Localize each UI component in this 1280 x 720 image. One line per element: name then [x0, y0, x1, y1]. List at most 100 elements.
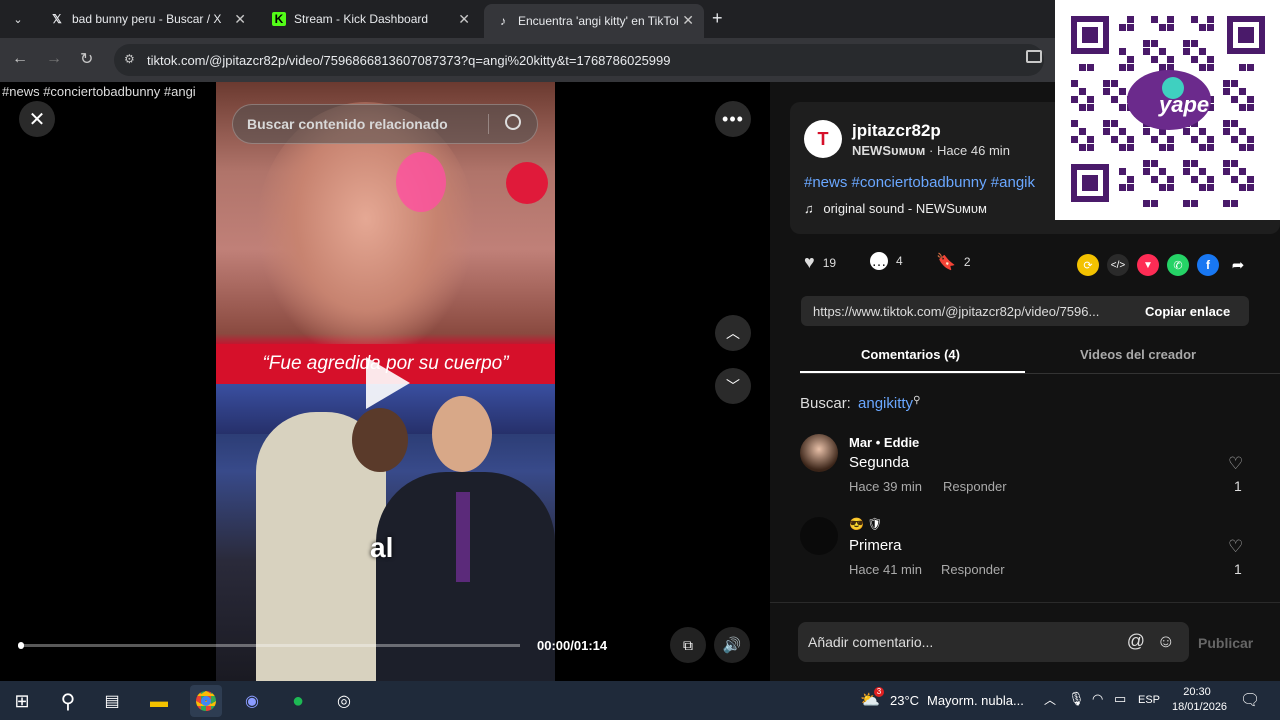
progress-track[interactable] [18, 642, 520, 649]
search-icon[interactable]: ⚲ [52, 685, 84, 717]
comment-text: Segunda [849, 454, 910, 471]
tiktok-logo-icon: ♪ [500, 14, 506, 28]
url-text: tiktok.com/@jpitazcr82p/video/7596866813… [147, 52, 671, 68]
heart-icon: ♥ [804, 252, 815, 272]
whatsapp-icon[interactable]: ✆ [1167, 254, 1189, 276]
play-icon[interactable] [366, 357, 410, 409]
x-logo-icon: 𝕏 [52, 12, 62, 26]
avatar[interactable]: T [804, 120, 842, 158]
kick-logo-icon: K [272, 12, 286, 26]
svg-text:yape: yape [1158, 92, 1209, 117]
comment-like-icon[interactable]: ♡ [1228, 454, 1243, 474]
username[interactable]: jpitazcr82p [852, 121, 941, 141]
comment-search: Buscar: angikitty⚲ [800, 395, 920, 412]
battery-icon[interactable]: ▭ [1114, 691, 1126, 707]
search-term-link[interactable]: angikitty [858, 395, 913, 412]
next-video-button[interactable]: ﹀ [715, 368, 751, 404]
emoji-icon[interactable]: ☺ [1157, 631, 1175, 652]
tray-chevron-icon[interactable]: ︿ [1044, 691, 1056, 708]
weather-badge: 3 [874, 687, 884, 697]
comment-input[interactable]: Añadir comentario... @ ☺ [798, 622, 1189, 662]
new-tab-icon[interactable]: + [712, 8, 723, 29]
related-search-input[interactable]: Buscar contenido relacionado [232, 104, 538, 144]
reload-icon[interactable]: ↻ [80, 49, 93, 69]
tab-kick[interactable]: K Stream - Kick Dashboard ✕ [260, 0, 480, 38]
sound-row[interactable]: ♫ original sound - NEWSᴜᴍᴜᴍ [804, 201, 987, 216]
search-label: Buscar: [800, 395, 851, 412]
close-tab-icon[interactable]: ✕ [682, 12, 694, 29]
previous-video-button[interactable]: ︿ [715, 315, 751, 351]
save-button[interactable]: 🔖 2 [936, 252, 971, 272]
comment-placeholder: Añadir comentario... [808, 634, 934, 650]
site-info-icon[interactable]: ⚙ [124, 52, 135, 66]
progress-handle[interactable] [18, 642, 24, 649]
copy-link-button[interactable]: Copiar enlace [1145, 304, 1230, 319]
comment-user[interactable]: Mar • Eddie [849, 435, 919, 450]
windows-start-icon[interactable]: ⊞ [6, 685, 38, 717]
comment-time: Hace 41 min [849, 562, 922, 577]
back-icon[interactable]: ← [12, 50, 28, 68]
discord-icon[interactable]: ◉ [236, 685, 268, 717]
reply-button[interactable]: Responder [941, 562, 1005, 577]
temperature[interactable]: 23°C [890, 693, 919, 708]
more-options-button[interactable]: ••• [715, 101, 751, 137]
post-time: · Hace 46 min [929, 143, 1010, 158]
spotify-icon[interactable]: ● [282, 685, 314, 717]
comment-button[interactable]: … 4 [870, 252, 903, 270]
weather-text[interactable]: Mayorm. nubla... [927, 693, 1024, 708]
chrome-icon[interactable] [190, 685, 222, 717]
embed-icon[interactable]: </> [1107, 254, 1129, 276]
tab-tiktok[interactable]: ♪ Encuentra 'angi kitty' en TikTok ✕ [484, 4, 704, 38]
share-arrow-icon[interactable]: ➦ [1227, 254, 1249, 276]
mention-icon[interactable]: @ [1127, 631, 1145, 652]
language-indicator[interactable]: ESP [1138, 694, 1160, 706]
tab-label: bad bunny peru - Buscar / X [72, 12, 222, 26]
publish-button[interactable]: Publicar [1198, 635, 1253, 651]
hashtags[interactable]: #news #conciertobadbunny #angik [804, 174, 1035, 191]
notifications-icon[interactable]: 🗨 [1240, 690, 1260, 710]
comment-avatar[interactable] [800, 434, 838, 472]
close-tab-icon[interactable]: ✕ [234, 11, 246, 28]
tab-x[interactable]: 𝕏 bad bunny peru - Buscar / X ✕ [38, 0, 256, 38]
comment-avatar[interactable] [800, 517, 838, 555]
file-explorer-icon[interactable]: ▬ [143, 685, 175, 717]
yape-qr-code: yape [1055, 0, 1280, 220]
qr-code-image: yape [1071, 16, 1265, 207]
microphone-icon[interactable]: 🎙 [1068, 691, 1085, 707]
comment-like-icon[interactable]: ♡ [1228, 537, 1243, 557]
music-note-icon: ♫ [804, 201, 814, 216]
clock-date: 18/01/2026 [1172, 701, 1228, 713]
figure-tie [456, 492, 470, 582]
like-count: 19 [822, 255, 837, 270]
like-button[interactable]: ♥ 19 [804, 252, 836, 273]
sound-name: original sound - NEWSᴜᴍᴜᴍ [823, 201, 987, 216]
cast-icon[interactable] [1026, 50, 1042, 63]
comment-user[interactable]: 😎 🛡 [849, 517, 883, 531]
forward-icon[interactable]: → [46, 50, 62, 68]
figure-right-head [432, 396, 492, 472]
clock-time: 20:30 [1183, 686, 1211, 698]
share-icons: ⟳ </> ▼ ✆ f ➦ [1077, 254, 1249, 276]
close-tab-icon[interactable]: ✕ [458, 11, 470, 28]
task-view-icon[interactable]: ▤ [96, 685, 128, 717]
repost-icon[interactable]: ⟳ [1077, 254, 1099, 276]
facebook-icon[interactable]: f [1197, 254, 1219, 276]
tab-comments[interactable]: Comentarios (4) [861, 347, 960, 362]
comment-item: Mar • Eddie Segunda Hace 39 min Responde… [800, 432, 1260, 502]
reply-button[interactable]: Responder [943, 479, 1007, 494]
video-player[interactable]: “Fue agredida por su cuerpo” al [216, 82, 555, 681]
tab-search-button[interactable]: ⌄ [8, 9, 28, 29]
url-field[interactable]: ⚙ tiktok.com/@jpitazcr82p/video/75968668… [114, 44, 1044, 76]
obs-icon[interactable]: ◎ [328, 685, 360, 717]
divider [488, 114, 489, 134]
pip-button[interactable]: ⧉ [670, 627, 706, 663]
clock[interactable]: 20:30 18/01/2026 [1172, 686, 1228, 713]
volume-button[interactable]: 🔊 [714, 627, 750, 663]
wifi-icon[interactable]: ◠ [1092, 691, 1103, 707]
tab-creator-videos[interactable]: Videos del creador [1080, 347, 1196, 362]
close-video-button[interactable]: ✕ [19, 101, 55, 137]
send-icon[interactable]: ▼ [1137, 254, 1159, 276]
bookmark-icon: 🔖 [936, 254, 956, 271]
share-url[interactable]: https://www.tiktok.com/@jpitazcr82p/vide… [813, 304, 1131, 319]
search-icon[interactable] [505, 114, 521, 130]
